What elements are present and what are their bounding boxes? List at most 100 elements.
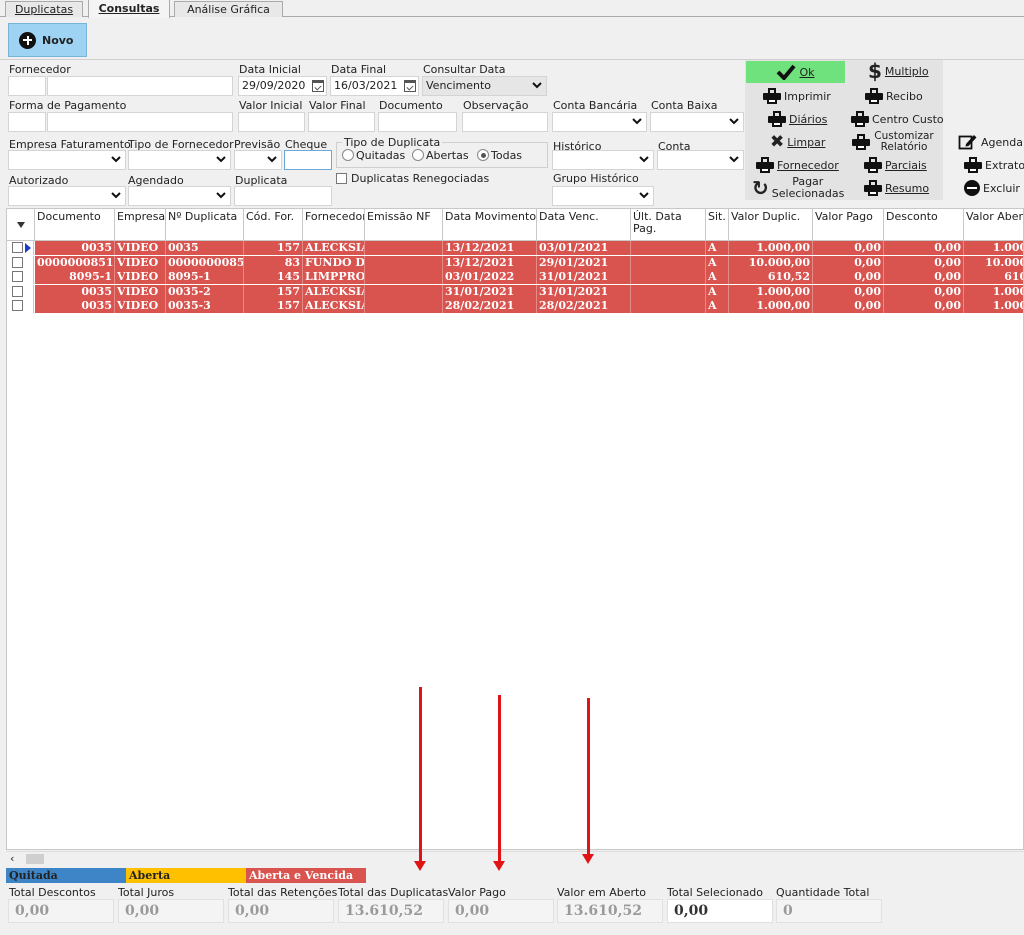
forma-pagamento-name-input[interactable]	[47, 112, 233, 132]
novo-button[interactable]: Novo	[8, 23, 87, 57]
table-row[interactable]: 0000000851VIDEO000000008583FUNDO DE 13/12…	[7, 255, 1023, 270]
parciais-button[interactable]: Parciais	[864, 157, 927, 173]
row-checkbox[interactable]	[12, 285, 23, 297]
cell-venc: 03/01/2021	[537, 241, 631, 255]
diarios-button[interactable]: Diários	[768, 111, 827, 127]
fornecedor-button[interactable]: Fornecedor	[756, 157, 839, 173]
renegociadas-label: Duplicatas Renegociadas	[351, 172, 490, 185]
multiplo-button[interactable]: $ Multiplo	[868, 61, 929, 81]
row-select-cell[interactable]	[7, 255, 34, 270]
imprimir-button[interactable]: Imprimir	[763, 88, 831, 104]
forma-pagamento-code-input[interactable]	[8, 112, 46, 132]
column-header[interactable]: Valor Duplic.	[729, 209, 813, 241]
cheque-input[interactable]	[284, 150, 332, 170]
duplicata-input[interactable]	[234, 186, 332, 206]
row-select-cell[interactable]	[7, 284, 34, 299]
column-header[interactable]: Sit.	[706, 209, 729, 241]
cell-fornecedor: FUNDO DE	[303, 255, 365, 270]
column-header[interactable]: Desconto	[884, 209, 964, 241]
resumo-button[interactable]: Resumo	[864, 180, 929, 196]
pagar-selecionadas-button[interactable]: ↻ Pagar Selecionadas	[752, 176, 844, 200]
column-header[interactable]: Empresa	[115, 209, 166, 241]
column-header[interactable]: Cód. For.	[244, 209, 303, 241]
fornecedor-label: Fornecedor	[9, 63, 71, 76]
data-final-input[interactable]: 16/03/2021	[330, 76, 419, 96]
calendar-icon[interactable]	[312, 80, 324, 92]
tipo-fornecedor-select[interactable]	[128, 150, 231, 170]
horizontal-scrollbar[interactable]: ‹	[6, 851, 1024, 865]
row-checkbox[interactable]	[12, 271, 23, 282]
cell-movimento: 13/12/2021	[443, 241, 537, 255]
cell-pago: 0,00	[813, 299, 884, 313]
limpar-button[interactable]: ✖ Limpar	[770, 134, 825, 151]
checkmark-icon	[777, 64, 797, 80]
scroll-thumb[interactable]	[26, 854, 44, 864]
recibo-button[interactable]: Recibo	[865, 88, 923, 104]
previsao-select[interactable]	[234, 150, 282, 170]
tab-duplicatas[interactable]: Duplicatas	[5, 1, 83, 17]
column-header[interactable]: Nº Duplicata	[166, 209, 244, 241]
radio-todas[interactable]: Todas	[477, 149, 522, 162]
consultar-data-select[interactable]: Vencimento	[422, 76, 547, 96]
cell-duplicata: 8095-1	[166, 270, 244, 284]
excluir-button[interactable]: Excluir	[964, 180, 1020, 196]
empresa-faturamento-select[interactable]	[8, 150, 126, 170]
documento-input[interactable]	[378, 112, 457, 132]
cell-desconto: 0,00	[884, 299, 964, 313]
row-select-cell[interactable]	[7, 241, 34, 255]
column-header[interactable]: Valor Pago	[813, 209, 884, 241]
column-header[interactable]: Últ. Data Pag.	[631, 209, 706, 241]
column-header[interactable]: Valor Aberto	[964, 209, 1023, 241]
table-row[interactable]: 8095-1VIDEO8095-1145LIMPPRO I03/01/20223…	[7, 270, 1023, 284]
grupo-historico-select[interactable]	[552, 186, 654, 206]
table-row[interactable]: 0035 VIDEO 0035-2 157 ALECKSIA 31/01/2021 31/0…	[7, 284, 1023, 299]
fornecedor-code-input[interactable]	[8, 76, 46, 96]
quantidade-total-value: 0	[776, 899, 882, 923]
valor-final-input[interactable]	[308, 112, 375, 132]
ok-button[interactable]: Ok	[746, 61, 845, 83]
radio-quitadas[interactable]: Quitadas	[342, 149, 405, 162]
valor-inicial-input[interactable]	[238, 112, 305, 132]
observacao-input[interactable]	[462, 112, 548, 132]
row-checkbox[interactable]	[12, 242, 23, 253]
row-checkbox[interactable]	[12, 300, 23, 311]
centro-custo-label: Centro Custo	[872, 112, 944, 126]
column-header[interactable]: Fornecedor	[303, 209, 365, 241]
row-checkbox[interactable]	[12, 256, 23, 268]
row-select-cell[interactable]	[7, 299, 34, 313]
historico-select[interactable]	[552, 150, 654, 170]
calendar-icon[interactable]	[404, 80, 416, 92]
autorizado-select[interactable]	[8, 186, 126, 206]
column-header[interactable]: Data Venc.	[537, 209, 631, 241]
radio-abertas[interactable]: Abertas	[412, 149, 469, 162]
cell-valor: 1.000,00	[729, 284, 813, 299]
agendado-select[interactable]	[128, 186, 231, 206]
conta-baixa-select[interactable]	[650, 112, 744, 132]
column-header[interactable]: Data Movimento	[443, 209, 537, 241]
column-header[interactable]: Emissão NF	[365, 209, 443, 241]
data-inicial-input[interactable]: 29/09/2020	[238, 76, 327, 96]
row-select-cell[interactable]	[7, 270, 34, 284]
fornecedor-name-input[interactable]	[47, 76, 233, 96]
centro-custo-button[interactable]: Centro Custo	[851, 111, 944, 127]
column-header[interactable]: Documento	[35, 209, 115, 241]
cell-emissao	[365, 255, 443, 270]
renegociadas-checkbox[interactable]: Duplicatas Renegociadas	[336, 172, 489, 185]
conta-select[interactable]	[657, 150, 744, 170]
scroll-left-icon[interactable]: ‹	[10, 852, 14, 866]
tipo-duplicata-label: Tipo de Duplicata	[342, 136, 443, 149]
conta-bancaria-select[interactable]	[552, 112, 647, 132]
cell-desconto: 0,00	[884, 241, 964, 255]
agenda-button[interactable]: Agenda	[958, 133, 1023, 151]
quantidade-total-label: Quantidade Total	[776, 886, 870, 899]
table-row[interactable]: 0035 VIDEO 0035 157 ALECKSIA 13/12/2021 03/01/…	[7, 241, 1023, 255]
cell-fornecedor: LIMPPRO I	[303, 270, 365, 284]
extrato-button[interactable]: Extrato	[964, 157, 1024, 173]
table-row[interactable]: 0035 VIDEO 0035-3 157 ALECKSIA 28/02/2021 28/0…	[7, 299, 1023, 313]
customizar-relatorio-button[interactable]: Customizar Relatório	[852, 131, 935, 153]
total-descontos-value: 0,00	[8, 899, 114, 923]
cell-documento: 0000000851	[35, 255, 115, 270]
tab-consultas[interactable]: Consultas	[88, 0, 170, 18]
column-selector-header[interactable]	[7, 209, 35, 241]
tab-analise-grafica[interactable]: Análise Gráfica	[174, 1, 283, 17]
